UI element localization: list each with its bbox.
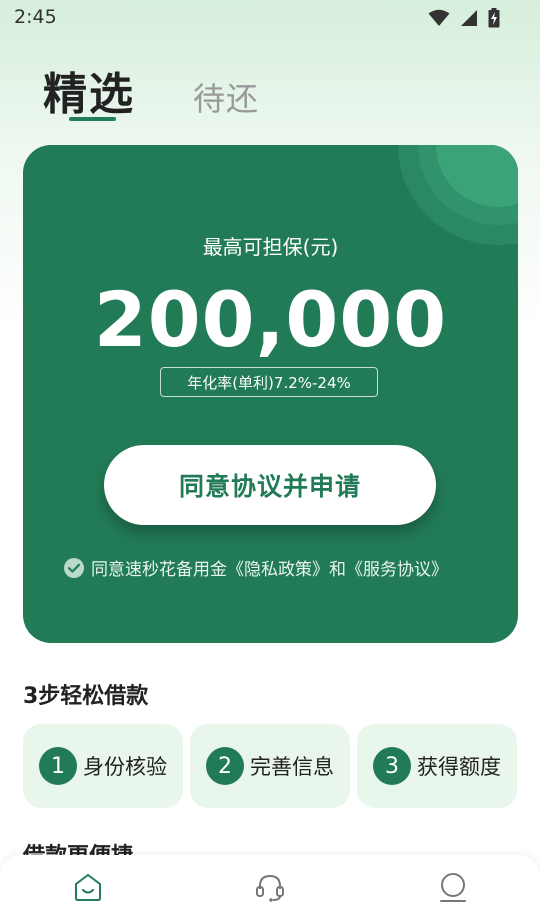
home-icon[interactable]: [72, 871, 104, 903]
tab-featured[interactable]: 精选: [43, 58, 135, 122]
headset-icon[interactable]: [254, 871, 286, 903]
profile-icon[interactable]: [437, 871, 469, 903]
status-bar: 2:45: [0, 0, 540, 36]
top-tabs: 精选 待还: [43, 58, 343, 128]
annual-rate-badge: 年化率(单利)7.2%-24%: [160, 367, 378, 397]
status-icons: [428, 8, 500, 28]
agree-and-apply-button[interactable]: 同意协议并申请: [104, 445, 436, 525]
steps-row: 1 身份核验 2 完善信息 3 获得额度: [23, 724, 518, 808]
tab-active-indicator: [69, 117, 116, 121]
bottom-nav: [0, 855, 540, 911]
card-decoration: [398, 145, 518, 245]
step-label: 完善信息: [250, 755, 334, 779]
step-identity-verification: 1 身份核验: [23, 724, 183, 808]
step-number: 1: [39, 747, 77, 785]
step-label: 获得额度: [417, 755, 501, 779]
step-complete-info: 2 完善信息: [190, 724, 350, 808]
step-number: 2: [206, 747, 244, 785]
max-amount: 200,000: [93, 275, 448, 364]
steps-title: 3步轻松借款: [23, 684, 149, 709]
tab-repayment[interactable]: 待还: [193, 74, 259, 120]
battery-icon: [488, 8, 500, 28]
status-time: 2:45: [14, 6, 57, 28]
step-label: 身份核验: [83, 755, 167, 779]
step-get-credit: 3 获得额度: [357, 724, 517, 808]
cell-signal-icon: [461, 10, 477, 26]
step-number: 3: [373, 747, 411, 785]
loan-card: 最高可担保(元) 200,000 年化率(单利)7.2%-24% 同意协议并申请…: [23, 145, 518, 643]
max-guarantee-label: 最高可担保(元): [202, 235, 339, 259]
agreement-text: 同意速秒花备用金《隐私政策》和《服务协议》: [91, 560, 448, 580]
check-circle-icon[interactable]: [64, 557, 84, 578]
wifi-icon: [428, 9, 450, 26]
agreement-row[interactable]: 同意速秒花备用金《隐私政策》和《服务协议》: [64, 555, 448, 580]
